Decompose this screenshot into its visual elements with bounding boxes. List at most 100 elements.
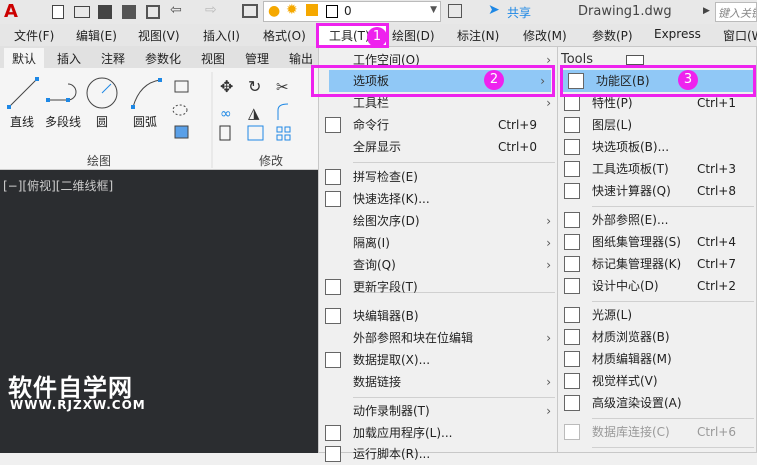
tools-menu-item[interactable]: 外部参照和块在位编辑 ›	[319, 327, 557, 349]
tools-menu-item[interactable]: 全屏显示 Ctrl+0	[319, 136, 557, 158]
palettes-menu-item[interactable]: 块选项板(B)...	[558, 136, 756, 158]
layers-icon	[564, 117, 580, 133]
tools-menu-item[interactable]: 数据链接 ›	[319, 371, 557, 393]
materials-browser-icon	[564, 329, 580, 345]
circle-tool[interactable]: 圆	[96, 113, 108, 130]
menu-item-label: 设计中心(D)	[592, 279, 659, 293]
caret-right-icon: ▶	[703, 6, 710, 16]
menu-express[interactable]: Express	[654, 27, 701, 41]
annotation-box-3	[560, 65, 756, 97]
menu-item-label: 光源(L)	[592, 308, 633, 322]
menu-parametric[interactable]: 参数(P)	[592, 27, 633, 44]
open-folder-icon[interactable]	[74, 6, 90, 18]
palettes-menu-item[interactable]: 材质浏览器(B)	[558, 326, 756, 348]
palettes-menu-item[interactable]: 快速计算器(Q) Ctrl+8	[558, 180, 756, 202]
tools-menu-item[interactable]: 块编辑器(B)	[319, 305, 557, 327]
menu-item-label: 隔离(I)	[353, 236, 390, 250]
redo-icon[interactable]: ⇨	[205, 2, 217, 18]
menu-edit[interactable]: 编辑(E)	[76, 27, 117, 44]
layer-value: 0	[344, 4, 352, 18]
autocad-logo-icon[interactable]: A	[4, 1, 18, 22]
workspace-icon[interactable]	[448, 4, 462, 18]
tools-menu-item[interactable]: 拼写检查(E)	[319, 166, 557, 188]
viewport-label[interactable]: [−][俯视][二维线框]	[3, 177, 113, 194]
share-button[interactable]: 共享	[507, 4, 531, 21]
tools-menu-item[interactable]: 查询(Q) ›	[319, 254, 557, 276]
tab-view[interactable]: 视图	[201, 50, 225, 67]
polyline-tool[interactable]: 多段线	[45, 113, 81, 130]
tab-output[interactable]: 输出	[289, 50, 313, 67]
run-script-icon	[325, 446, 341, 462]
print-icon[interactable]	[146, 5, 160, 19]
tools-menu-item[interactable]: 绘图次序(D) ›	[319, 210, 557, 232]
menu-window[interactable]: 窗口(W	[723, 27, 757, 44]
plot-icon[interactable]	[242, 4, 258, 18]
menu-draw[interactable]: 绘图(D)	[392, 27, 435, 44]
tab-parametric[interactable]: 参数化	[145, 50, 181, 67]
tools-menu-item[interactable]: 隔离(I) ›	[319, 232, 557, 254]
menu-item-label: 外部参照和块在位编辑	[353, 331, 474, 345]
menu-item-label: 运行脚本(R)...	[353, 447, 431, 461]
save-icon[interactable]	[98, 5, 112, 19]
menu-item-label: 全屏显示	[353, 140, 402, 154]
menu-modify[interactable]: 修改(M)	[523, 27, 567, 44]
calculator-icon	[564, 183, 580, 199]
palettes-menu-item[interactable]: 光源(L)	[558, 304, 756, 326]
tab-manage[interactable]: 管理	[245, 50, 269, 67]
menu-item-shortcut: Ctrl+2	[696, 279, 736, 293]
layer-dropdown[interactable]: ● ✹ 0 ▼	[263, 1, 441, 22]
menu-item-label: 材质编辑器(M)	[592, 352, 672, 366]
tools-menu-item[interactable]: 数据提取(X)...	[319, 349, 557, 371]
menu-insert[interactable]: 插入(I)	[203, 27, 240, 44]
save-as-icon[interactable]	[122, 5, 136, 19]
panel-toggle-icon[interactable]	[626, 55, 644, 65]
bulb-icon: ●	[268, 3, 281, 19]
tools-menu-item[interactable]: 快速选择(K)...	[319, 188, 557, 210]
annotation-box-2	[311, 65, 555, 97]
menu-dimension[interactable]: 标注(N)	[457, 27, 499, 44]
svg-text:∞: ∞	[220, 106, 232, 122]
annotation-badge-2: 2	[484, 70, 504, 90]
new-file-icon[interactable]	[52, 5, 64, 19]
palettes-menu-item[interactable]: 高级渲染设置(A)	[558, 392, 756, 414]
share-icon[interactable]: ➤	[488, 2, 500, 18]
palettes-menu-item[interactable]: 外部参照(E)...	[558, 209, 756, 231]
draw-panel-label[interactable]: 绘图	[87, 152, 111, 169]
line-tool[interactable]: 直线	[10, 113, 34, 130]
tools-menu-item[interactable]: 运行脚本(R)...	[319, 443, 557, 465]
tools-menu-item[interactable]: 命令行 Ctrl+9	[319, 114, 557, 136]
menu-item-label: 工具选项板(T)	[592, 162, 669, 176]
menu-format[interactable]: 格式(O)	[263, 27, 306, 44]
menu-separator	[592, 418, 754, 419]
search-input[interactable]: 键入关键	[715, 2, 757, 22]
arc-tool[interactable]: 圆弧	[133, 113, 157, 130]
menu-separator	[592, 301, 754, 302]
svg-text:↻: ↻	[248, 77, 261, 96]
palettes-menu-item[interactable]: 视觉样式(V)	[558, 370, 756, 392]
menu-file[interactable]: 文件(F)	[14, 27, 54, 44]
menu-view[interactable]: 视图(V)	[138, 27, 180, 44]
menu-item-label: 绘图次序(D)	[353, 214, 420, 228]
menu-item-shortcut: Ctrl+4	[696, 235, 736, 249]
menu-item-shortcut: Ctrl+7	[696, 257, 736, 271]
tools-menu-item[interactable]: 更新字段(T)	[319, 276, 557, 298]
tools-menu-item[interactable]: 加载应用程序(L)...	[319, 422, 557, 444]
menu-item-label: 动作录制器(T)	[353, 404, 430, 418]
tab-default[interactable]: 默认	[4, 48, 45, 68]
menu-item-shortcut: Ctrl+9	[497, 118, 537, 132]
palettes-menu-item[interactable]: 材质编辑器(M)	[558, 348, 756, 370]
chevron-right-icon: ›	[546, 375, 551, 389]
palettes-menu-item[interactable]: 图纸集管理器(S) Ctrl+4	[558, 231, 756, 253]
undo-icon[interactable]: ⇦	[170, 2, 182, 18]
palettes-menu-item[interactable]: 设计中心(D) Ctrl+2	[558, 275, 756, 297]
modify-panel-label[interactable]: 修改	[259, 152, 283, 169]
tab-annotate[interactable]: 注释	[101, 50, 125, 67]
svg-text:◮: ◮	[248, 104, 260, 122]
palettes-menu-item[interactable]: 标记集管理器(K) Ctrl+7	[558, 253, 756, 275]
palettes-menu-item[interactable]: 图层(L)	[558, 114, 756, 136]
palettes-menu-item[interactable]: 工具选项板(T) Ctrl+3	[558, 158, 756, 180]
tab-insert[interactable]: 插入	[57, 50, 81, 67]
drawing-canvas[interactable]: [−][俯视][二维线框] 软件自学网 WWW.RJZXW.COM	[0, 170, 318, 453]
menu-item-label: 快速计算器(Q)	[592, 184, 671, 198]
tools-menu-item[interactable]: 动作录制器(T) ›	[319, 400, 557, 422]
